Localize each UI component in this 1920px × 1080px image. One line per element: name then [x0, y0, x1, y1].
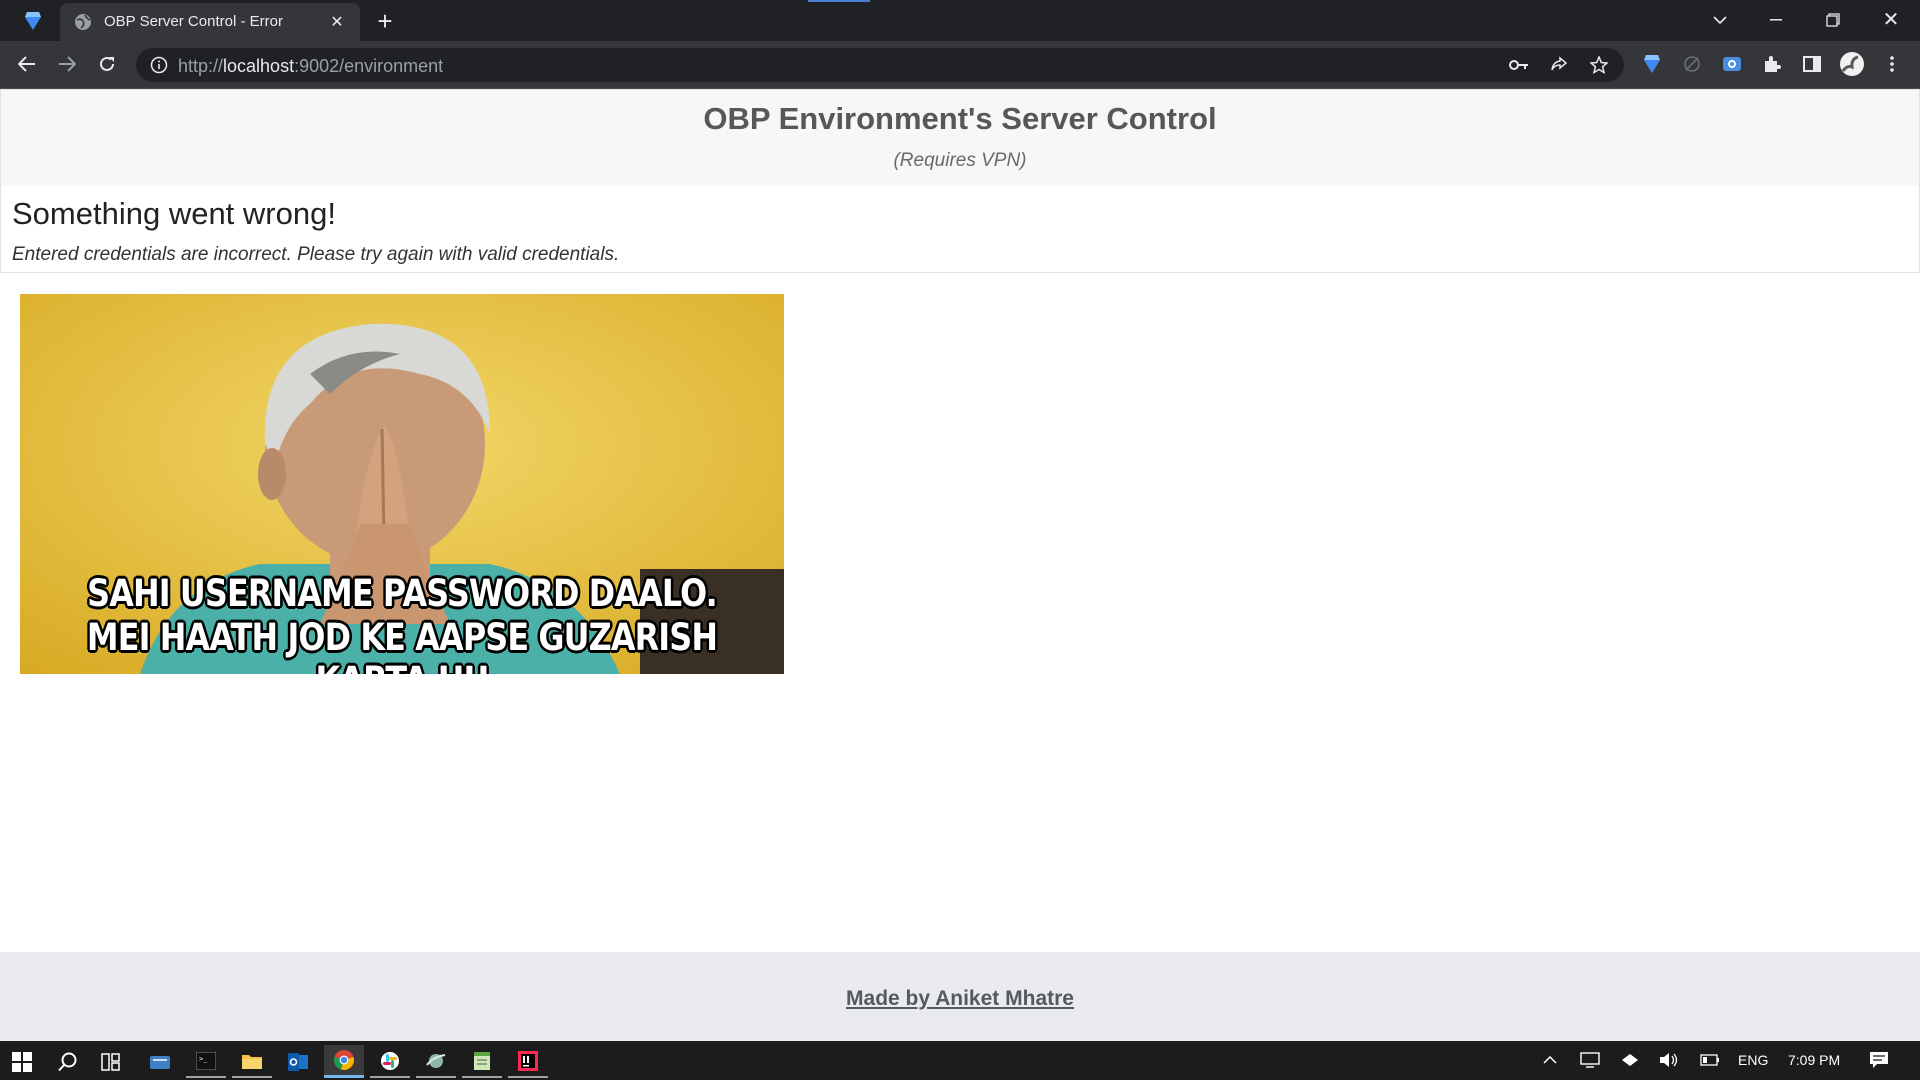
url-path: :9002/environment: [294, 56, 444, 76]
share-icon[interactable]: [1548, 55, 1570, 75]
minimize-icon[interactable]: [1764, 8, 1788, 32]
page-title: OBP Environment's Server Control: [703, 101, 1217, 136]
alert-message: Entered credentials are incorrect. Pleas…: [12, 244, 620, 265]
restore-icon[interactable]: [1821, 8, 1845, 32]
url-scheme: http://: [178, 56, 224, 76]
meme-caption-line-2: MEI HAATH JOD KE AAPSE GUZARISH KARTA HU: [86, 616, 718, 674]
browser-tab-strip: OBP Server Control - Error ✕ + ✕: [0, 0, 1920, 41]
menu-icon[interactable]: [1877, 49, 1907, 79]
chrome-icon[interactable]: [324, 1045, 364, 1078]
tray-clock[interactable]: 7:09 PM: [1788, 1052, 1840, 1068]
extension-disabled-icon[interactable]: [1677, 49, 1707, 79]
app-blue-icon[interactable]: [140, 1045, 180, 1078]
chevron-up-icon[interactable]: [1539, 1050, 1561, 1070]
profile-avatar[interactable]: [1837, 49, 1867, 79]
file-explorer-icon[interactable]: [232, 1045, 272, 1078]
url-host: localhost: [223, 56, 295, 76]
close-icon[interactable]: ✕: [326, 11, 348, 33]
notification-icon[interactable]: [1868, 1050, 1890, 1070]
error-meme-image: SAHI USERNAME PASSWORD DAALO. MEI HAATH …: [20, 294, 784, 674]
intellij-icon[interactable]: [508, 1045, 548, 1078]
screen-capture-icon[interactable]: [1717, 49, 1747, 79]
reload-icon[interactable]: [92, 49, 122, 79]
star-icon[interactable]: [1588, 55, 1610, 75]
back-icon[interactable]: [12, 49, 42, 79]
key-icon[interactable]: [1508, 55, 1530, 75]
browser-toolbar: http://localhost:9002/environment: [0, 41, 1920, 89]
page-header: OBP Environment's Server Control (Requir…: [0, 89, 1920, 187]
volume-icon[interactable]: [1658, 1050, 1680, 1070]
tab-search-icon[interactable]: [1708, 8, 1732, 32]
page-content: OBP Environment's Server Control (Requir…: [0, 89, 1920, 1041]
url-text: http://localhost:9002/environment: [178, 56, 443, 77]
app-bird-icon[interactable]: [416, 1045, 456, 1078]
author-link[interactable]: Made by Aniket Mhatre: [0, 987, 1920, 1011]
meme-caption-line-1: SAHI USERNAME PASSWORD DAALO.: [87, 572, 718, 615]
tab-title: OBP Server Control - Error: [104, 13, 283, 30]
puzzle-icon[interactable]: [1757, 49, 1787, 79]
site-info-icon[interactable]: [150, 56, 168, 74]
alert-heading: Something went wrong!: [12, 196, 336, 231]
new-tab-icon[interactable]: +: [372, 6, 398, 36]
tray-language[interactable]: ENG: [1738, 1052, 1768, 1068]
forward-icon[interactable]: [52, 49, 82, 79]
globe-favicon: [74, 13, 92, 31]
loading-indicator: [808, 0, 870, 2]
outlook-icon[interactable]: [278, 1045, 318, 1078]
task-view-icon[interactable]: [92, 1045, 132, 1078]
svg-text:>_: >_: [199, 1055, 208, 1063]
page-subtitle: (Requires VPN): [893, 150, 1027, 171]
windows-taskbar: >_ ENG 7:09 PM: [0, 1041, 1920, 1080]
error-alert: Something went wrong! Entered credential…: [0, 186, 1920, 273]
wifi-icon[interactable]: [1619, 1050, 1641, 1070]
address-bar[interactable]: http://localhost:9002/environment: [136, 48, 1624, 82]
browser-tab-active[interactable]: OBP Server Control - Error ✕: [60, 3, 360, 41]
gem-favicon[interactable]: [22, 10, 44, 32]
slack-icon[interactable]: [370, 1045, 410, 1078]
terminal-icon[interactable]: >_: [186, 1045, 226, 1078]
side-panel-icon[interactable]: [1797, 49, 1827, 79]
windows-start-icon[interactable]: [2, 1045, 42, 1078]
search-icon[interactable]: [48, 1045, 88, 1078]
window-close-icon[interactable]: ✕: [1879, 6, 1903, 32]
network-display-icon[interactable]: [1579, 1050, 1601, 1070]
notepad-icon[interactable]: [462, 1045, 502, 1078]
battery-icon[interactable]: [1699, 1050, 1721, 1070]
extension-gem-icon[interactable]: [1637, 49, 1667, 79]
page-footer: Made by Aniket Mhatre: [0, 952, 1920, 1041]
